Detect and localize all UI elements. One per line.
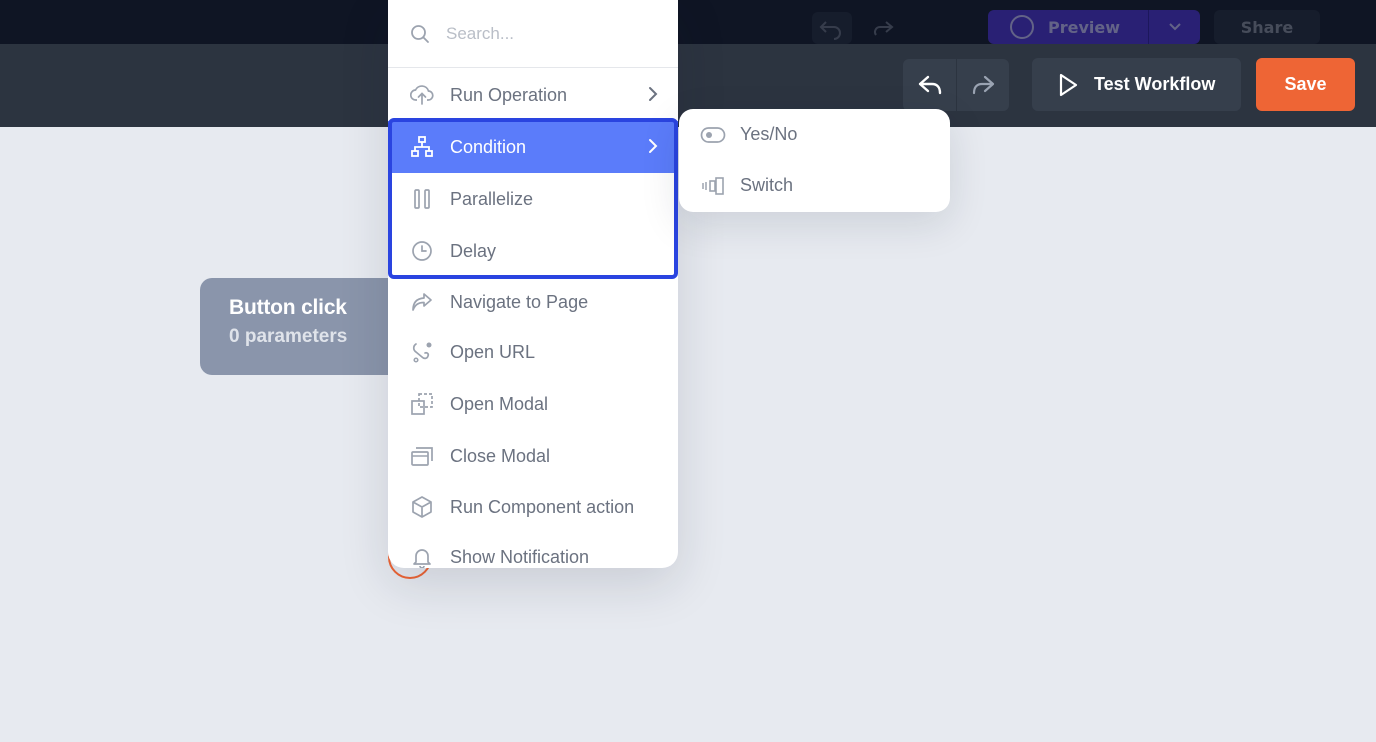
undo-button[interactable]: [903, 59, 956, 111]
menu-item-label: Open Modal: [450, 393, 549, 414]
submenu-item-switch[interactable]: Switch: [679, 160, 950, 211]
menu-item-label: Navigate to Page: [450, 291, 589, 312]
clock-icon: [410, 239, 434, 263]
test-workflow-button[interactable]: Test Workflow: [1032, 58, 1241, 111]
menu-item-open-modal[interactable]: Open Modal: [388, 378, 678, 430]
sitemap-icon: [410, 135, 434, 159]
switch-icon: [700, 174, 726, 198]
share-label: Share: [1240, 17, 1294, 37]
menu-item-label: Condition: [450, 136, 527, 157]
parallel-bars-icon: [410, 187, 434, 211]
menu-item-delay[interactable]: Delay: [388, 225, 678, 277]
test-workflow-label: Test Workflow: [1094, 74, 1216, 94]
menu-search: [388, 0, 678, 68]
menu-item-parallelize[interactable]: Parallelize: [388, 173, 678, 225]
close-modal-icon: [410, 444, 434, 468]
top-redo-button[interactable]: [866, 12, 902, 44]
open-modal-icon: [410, 392, 434, 416]
menu-item-label: Open URL: [450, 341, 536, 362]
bell-icon: [410, 545, 434, 568]
top-bar: Preview Share: [0, 0, 1376, 44]
toggle-icon: [700, 123, 726, 147]
workflow-node-button-click[interactable]: Button click 0 parameters: [200, 278, 420, 375]
menu-item-label: Close Modal: [450, 445, 551, 466]
search-icon: [410, 24, 430, 44]
menu-search-input[interactable]: [446, 23, 646, 44]
menu-item-condition[interactable]: Condition: [388, 121, 678, 173]
undo-redo-group: [903, 59, 1009, 111]
submenu-item-label: Yes/No: [740, 124, 798, 144]
menu-item-open-url[interactable]: Open URL: [388, 326, 678, 378]
save-label: Save: [1284, 74, 1327, 94]
submenu-item-label: Switch: [740, 175, 794, 195]
menu-item-label: Parallelize: [450, 188, 534, 209]
share-arrow-icon: [410, 290, 434, 314]
add-step-menu: Run Operation Condition Parallelize Dela…: [388, 0, 678, 568]
save-button[interactable]: Save: [1256, 58, 1355, 111]
chevron-right-icon: [648, 137, 658, 155]
link-path-icon: [410, 340, 434, 364]
menu-item-label: Delay: [450, 240, 497, 261]
menu-item-label: Run Operation: [450, 84, 568, 105]
undo-icon: [819, 21, 841, 40]
undo-icon: [918, 75, 941, 95]
chevron-right-icon: [648, 85, 658, 103]
preview-icon: [1010, 15, 1034, 39]
cloud-upload-icon: [410, 83, 434, 107]
menu-item-run-component-action[interactable]: Run Component action: [388, 481, 678, 533]
preview-label: Preview: [1048, 17, 1121, 37]
share-button[interactable]: Share: [1214, 10, 1320, 44]
menu-item-run-operation[interactable]: Run Operation: [388, 69, 678, 121]
chevron-down-icon: [1168, 23, 1181, 31]
menu-item-close-modal[interactable]: Close Modal: [388, 430, 678, 482]
preview-button[interactable]: Preview: [988, 10, 1200, 44]
play-icon: [1058, 73, 1078, 97]
menu-item-show-notification[interactable]: Show Notification: [388, 531, 678, 568]
redo-button[interactable]: [956, 59, 1009, 111]
menu-item-label: Show Notification: [450, 546, 590, 567]
preview-dropdown-toggle[interactable]: [1148, 10, 1200, 44]
cube-icon: [410, 495, 434, 519]
submenu-item-yes-no[interactable]: Yes/No: [679, 109, 950, 160]
menu-item-navigate-to-page[interactable]: Navigate to Page: [388, 276, 678, 328]
redo-icon: [972, 75, 995, 95]
top-undo-button[interactable]: [812, 12, 852, 44]
condition-submenu: Yes/No Switch: [679, 109, 950, 212]
menu-item-label: Run Component action: [450, 496, 635, 517]
redo-icon: [874, 21, 894, 36]
